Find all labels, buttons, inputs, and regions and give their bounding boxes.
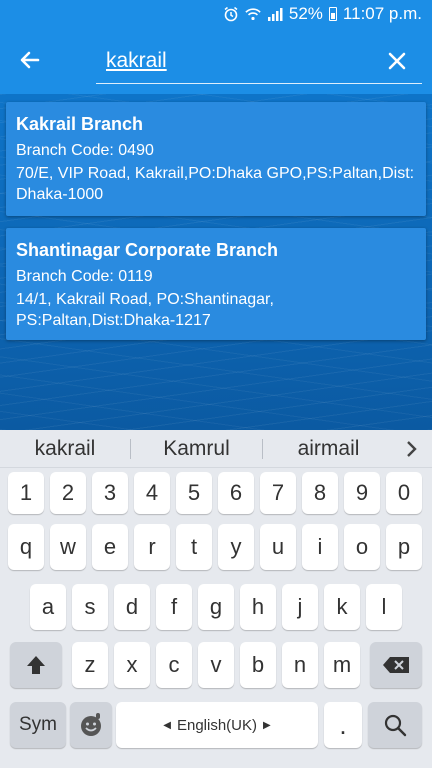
shift-key[interactable] xyxy=(10,642,62,688)
wifi-icon xyxy=(245,6,261,22)
key-q[interactable]: q xyxy=(8,524,44,570)
keyboard-suggestion-strip: kakrail Kamrul airmail xyxy=(0,430,432,468)
key-r[interactable]: r xyxy=(134,524,170,570)
key-x[interactable]: x xyxy=(114,642,150,688)
key-d[interactable]: d xyxy=(114,584,150,630)
result-card[interactable]: Kakrail Branch Branch Code: 0490 70/E, V… xyxy=(6,102,426,216)
app-bar xyxy=(0,28,432,94)
search-bar xyxy=(96,40,422,84)
search-key[interactable] xyxy=(368,702,422,748)
key-z[interactable]: z xyxy=(72,642,108,688)
key-l[interactable]: l xyxy=(366,584,402,630)
chevron-right-icon xyxy=(407,440,417,457)
branch-name: Kakrail Branch xyxy=(16,114,144,134)
keyboard: 1234567890 qwertyuiop asdfghjkl zxcvbnm … xyxy=(0,468,432,768)
chevron-right-icon: ▶ xyxy=(263,719,271,731)
battery-icon xyxy=(328,7,337,21)
branch-code: Branch Code: 0490 xyxy=(16,142,154,159)
key-k[interactable]: k xyxy=(324,584,360,630)
key-5[interactable]: 5 xyxy=(176,472,212,514)
space-label: English(UK) xyxy=(176,716,258,734)
backspace-icon xyxy=(383,657,409,673)
key-j[interactable]: j xyxy=(282,584,318,630)
alarm-icon xyxy=(223,6,239,22)
key-c[interactable]: c xyxy=(156,642,192,688)
key-s[interactable]: s xyxy=(72,584,108,630)
search-icon xyxy=(384,714,407,737)
branch-name: Shantinagar Corporate Branch xyxy=(16,240,279,260)
results-list: Kakrail Branch Branch Code: 0490 70/E, V… xyxy=(0,94,432,430)
key-o[interactable]: o xyxy=(344,524,380,570)
key-3[interactable]: 3 xyxy=(92,472,128,514)
period-key[interactable]: . xyxy=(324,702,362,748)
key-t[interactable]: t xyxy=(176,524,212,570)
branch-code: Branch Code: 0119 xyxy=(16,268,153,285)
key-h[interactable]: h xyxy=(240,584,276,630)
key-a[interactable]: a xyxy=(30,584,66,630)
shift-icon xyxy=(27,656,45,674)
back-button[interactable] xyxy=(12,42,48,78)
clear-search-button[interactable] xyxy=(380,44,414,78)
key-p[interactable]: p xyxy=(386,524,422,570)
more-suggestions-button[interactable] xyxy=(394,440,430,458)
search-input[interactable] xyxy=(106,46,376,76)
backspace-key[interactable] xyxy=(370,642,422,688)
close-icon xyxy=(388,52,406,70)
status-bar: 52% 11:07 p.m. xyxy=(0,0,432,28)
signal-icon xyxy=(267,6,283,22)
key-0[interactable]: 0 xyxy=(386,472,422,514)
battery-percent: 52% xyxy=(288,4,323,23)
status-time: 11:07 p.m. xyxy=(342,4,422,23)
branch-address: 14/1, Kakrail Road, PO:Shantinagar, PS:P… xyxy=(16,291,274,329)
emoji-icon xyxy=(81,713,101,736)
suggestion-item[interactable]: Kamrul xyxy=(131,437,262,461)
key-e[interactable]: e xyxy=(92,524,128,570)
key-9[interactable]: 9 xyxy=(344,472,380,514)
key-u[interactable]: u xyxy=(260,524,296,570)
arrow-left-icon xyxy=(20,51,40,69)
suggestion-item[interactable]: airmail xyxy=(263,437,394,461)
branch-address: 70/E, VIP Road, Kakrail,PO:Dhaka GPO,PS:… xyxy=(16,165,415,203)
suggestion-item[interactable]: kakrail xyxy=(0,437,130,461)
key-b[interactable]: b xyxy=(240,642,276,688)
key-8[interactable]: 8 xyxy=(302,472,338,514)
key-f[interactable]: f xyxy=(156,584,192,630)
space-key[interactable]: ◀ English(UK) ▶ xyxy=(116,702,318,748)
key-g[interactable]: g xyxy=(198,584,234,630)
key-n[interactable]: n xyxy=(282,642,318,688)
key-1[interactable]: 1 xyxy=(8,472,44,514)
result-card[interactable]: Shantinagar Corporate Branch Branch Code… xyxy=(6,228,426,340)
emoji-key[interactable] xyxy=(70,702,112,748)
key-2[interactable]: 2 xyxy=(50,472,86,514)
key-6[interactable]: 6 xyxy=(218,472,254,514)
key-7[interactable]: 7 xyxy=(260,472,296,514)
chevron-left-icon: ◀ xyxy=(163,719,171,731)
key-i[interactable]: i xyxy=(302,524,338,570)
key-w[interactable]: w xyxy=(50,524,86,570)
key-4[interactable]: 4 xyxy=(134,472,170,514)
key-y[interactable]: y xyxy=(218,524,254,570)
key-v[interactable]: v xyxy=(198,642,234,688)
key-m[interactable]: m xyxy=(324,642,360,688)
symbols-key[interactable]: Sym xyxy=(10,702,66,748)
